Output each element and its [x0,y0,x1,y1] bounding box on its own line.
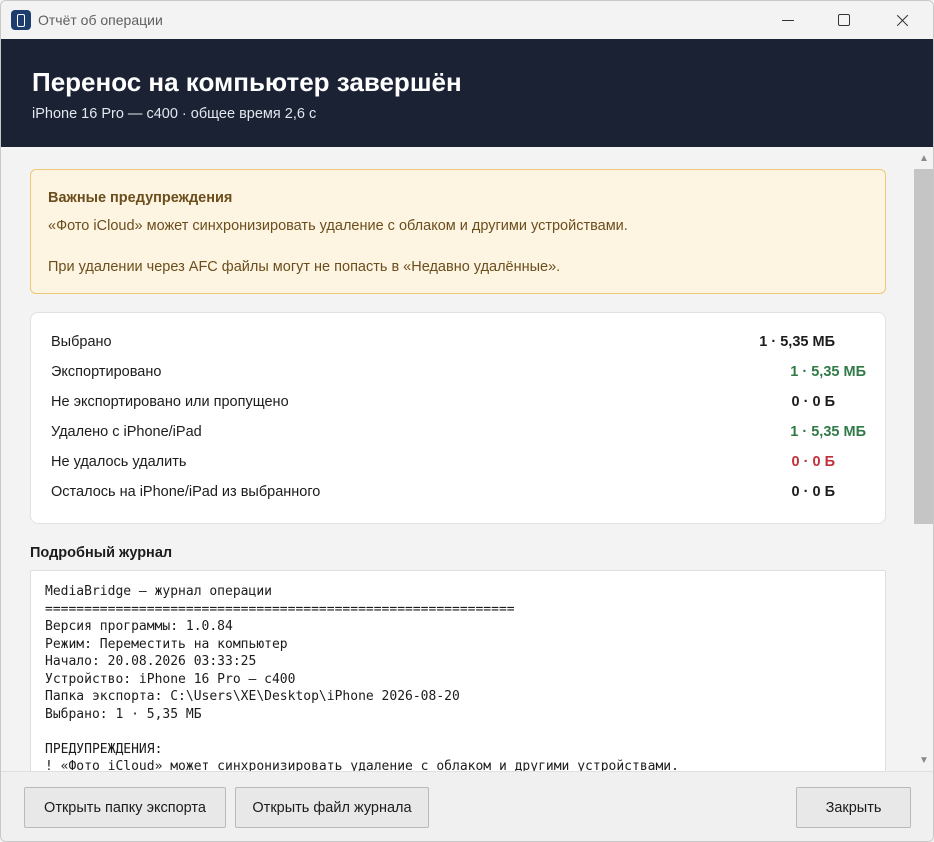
log-line: ========================================… [45,602,515,617]
scroll-down-arrow-icon[interactable]: ▼ [918,754,930,766]
log-line: Устройство: iPhone 16 Pro — c400 [45,672,296,687]
report-content: Важные предупреждения «Фото iCloud» може… [1,147,913,771]
minimize-icon [782,19,794,21]
stat-row-selected: Выбрано 1 · 5,35 МБ [31,328,887,358]
close-icon [896,14,909,27]
stat-label: Не удалось удалить [51,454,187,470]
warnings-title: Важные предупреждения [48,190,233,206]
log-line: Версия программы: 1.0.84 [45,619,233,634]
stat-label: Осталось на iPhone/iPad из выбранного [51,484,321,500]
report-window: Отчёт об операции Перенос на компьютер з… [0,0,934,842]
open-log-file-button[interactable]: Открыть файл журнала [235,787,429,828]
stat-row-remaining: Осталось на iPhone/iPad из выбранного 0 … [31,478,887,508]
stats-panel: Выбрано 1 · 5,35 МБ Экспортировано 1 · 5… [30,312,886,524]
log-heading: Подробный журнал [30,545,173,561]
stat-value: 0 · 0 Б [791,484,835,500]
warning-line: При удалении через AFC файлы могут не по… [48,259,561,275]
stat-row-not-exported: Не экспортировано или пропущено 0 · 0 Б [31,388,887,418]
log-textbox[interactable]: MediaBridge — журнал операции ==========… [30,570,886,771]
phone-transfer-icon [11,10,31,30]
maximize-icon [838,14,850,26]
stat-label: Выбрано [51,334,112,350]
page-title: Перенос на компьютер завершён [32,67,462,97]
stat-row-delete-failed: Не удалось удалить 0 · 0 Б [31,448,887,478]
open-export-folder-button[interactable]: Открыть папку экспорта [24,787,226,828]
log-line: Папка экспорта: C:\Users\XE\Desktop\iPho… [45,689,460,704]
stat-value: 1 · 5,35 МБ [790,424,866,440]
log-line: Выбрано: 1 · 5,35 МБ [45,707,202,722]
vertical-scrollbar[interactable]: ▲ ▼ [913,147,933,771]
title-bar[interactable]: Отчёт об операции [1,1,933,39]
stat-value: 1 · 5,35 МБ [759,334,835,350]
maximize-button[interactable] [821,1,867,39]
scroll-up-arrow-icon[interactable]: ▲ [918,152,930,164]
log-line: ПРЕДУПРЕЖДЕНИЯ: [45,742,163,757]
scroll-thumb[interactable] [914,169,933,524]
window-title: Отчёт об операции [38,12,163,28]
stat-value: 0 · 0 Б [791,394,835,410]
minimize-button[interactable] [765,1,811,39]
report-header: Перенос на компьютер завершён iPhone 16 … [1,39,933,147]
stat-label: Экспортировано [51,364,162,380]
log-line: Начало: 20.08.2026 03:33:25 [45,654,257,669]
stat-value: 1 · 5,35 МБ [790,364,866,380]
page-subtitle: iPhone 16 Pro — c400 · общее время 2,6 с [32,106,317,122]
log-line: MediaBridge — журнал операции [45,584,272,599]
log-line: ! «Фото iCloud» может синхронизировать у… [45,759,679,771]
stat-row-deleted: Удалено с iPhone/iPad 1 · 5,35 МБ [31,418,887,448]
stat-value: 0 · 0 Б [791,454,835,470]
warnings-panel: Важные предупреждения «Фото iCloud» може… [30,169,886,294]
log-line: Режим: Переместить на компьютер [45,637,288,652]
close-window-button[interactable] [879,1,925,39]
button-bar: Открыть папку экспорта Открыть файл журн… [1,771,933,841]
stat-label: Не экспортировано или пропущено [51,394,289,410]
close-button[interactable]: Закрыть [796,787,911,828]
warning-line: «Фото iCloud» может синхронизировать уда… [48,218,628,234]
stat-row-exported: Экспортировано 1 · 5,35 МБ [31,358,887,388]
stat-label: Удалено с iPhone/iPad [51,424,202,440]
